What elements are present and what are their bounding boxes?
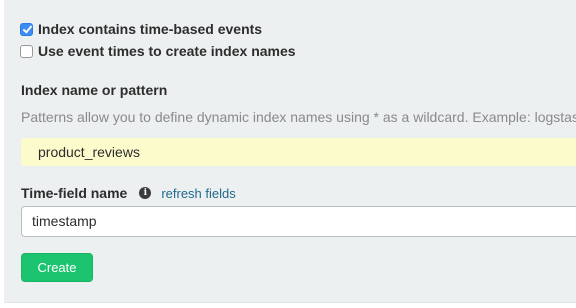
time-field-label: Time-field name	[21, 185, 128, 201]
index-pattern-heading: Index name or pattern	[21, 82, 168, 98]
time-based-label[interactable]: Index contains time-based events	[38, 21, 262, 37]
event-times-label[interactable]: Use event times to create index names	[38, 43, 296, 59]
index-pattern-input[interactable]: product_reviews	[21, 138, 576, 166]
refresh-fields-link[interactable]: refresh fields	[161, 186, 235, 201]
index-pattern-form: Index contains time-based events Use eve…	[4, 0, 576, 303]
time-field-header: Time-field name i refresh fields	[21, 184, 236, 202]
index-pattern-help-text: Patterns allow you to define dynamic ind…	[21, 109, 576, 125]
event-times-checkbox[interactable]	[20, 44, 33, 58]
event-times-option[interactable]: Use event times to create index names	[20, 41, 296, 61]
time-based-option[interactable]: Index contains time-based events	[20, 19, 262, 39]
time-field-select[interactable]: timestamp	[21, 206, 576, 237]
create-button[interactable]: Create	[21, 253, 93, 282]
time-based-checkbox[interactable]	[20, 22, 33, 36]
info-icon[interactable]: i	[139, 187, 152, 199]
